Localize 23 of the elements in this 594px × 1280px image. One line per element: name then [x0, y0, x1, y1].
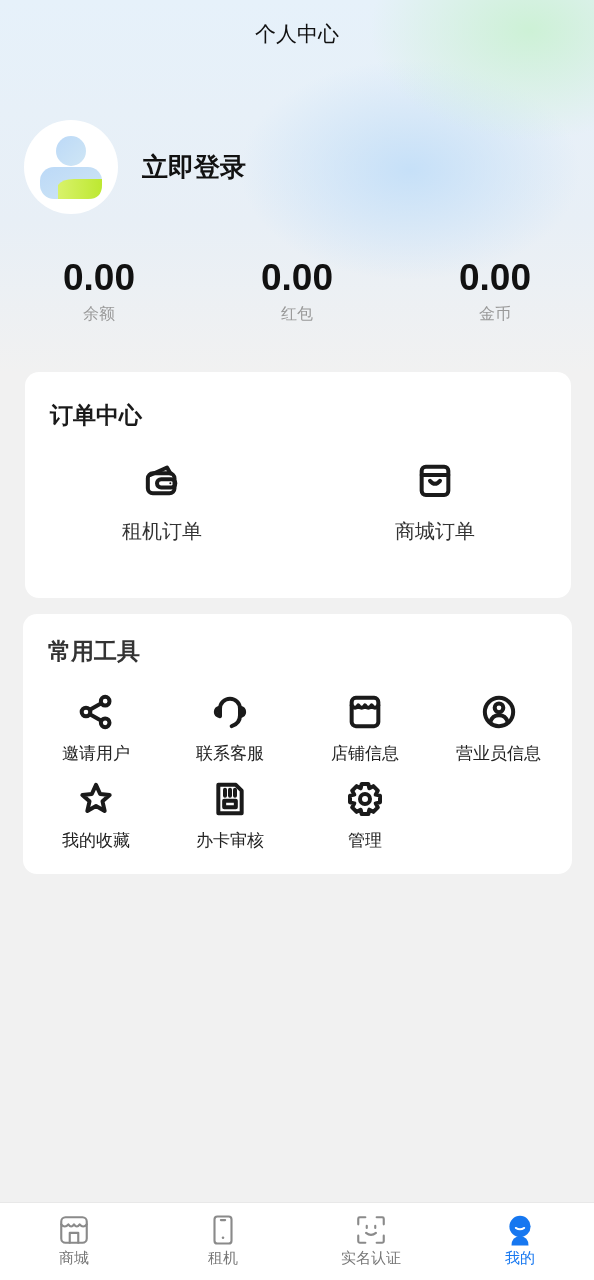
tool-item[interactable]: 营业员信息: [431, 692, 566, 765]
page-title: 个人中心: [254, 21, 340, 48]
tool-item[interactable]: 邀请用户: [29, 692, 164, 765]
tool-item[interactable]: 我的收藏: [29, 779, 164, 852]
tool-item[interactable]: 店铺信息: [297, 692, 432, 765]
section-title: 常用工具: [47, 637, 140, 666]
stat-value: 0.00: [459, 258, 531, 298]
order-item[interactable]: 商城订单: [298, 460, 571, 545]
tab-item[interactable]: 租机: [148, 1203, 297, 1280]
stat-value: 0.00: [261, 258, 333, 298]
tool-item[interactable]: 联系客服: [163, 692, 298, 765]
tab-item[interactable]: 商城: [0, 1203, 149, 1280]
stat-label: 余额: [83, 304, 115, 325]
stat-value: 0.00: [63, 258, 135, 298]
tab-item[interactable]: 我的: [445, 1203, 594, 1280]
login-link[interactable]: 立即登录: [142, 149, 246, 185]
stat-label: 金币: [479, 304, 511, 325]
tool-item[interactable]: 管理: [297, 779, 432, 852]
tool-item[interactable]: 办卡审核: [163, 779, 298, 852]
tab-item[interactable]: 实名认证: [297, 1203, 446, 1280]
order-item[interactable]: 租机订单: [25, 460, 298, 545]
stat-label: 红包: [281, 304, 313, 325]
section-title: 订单中心: [48, 401, 142, 430]
